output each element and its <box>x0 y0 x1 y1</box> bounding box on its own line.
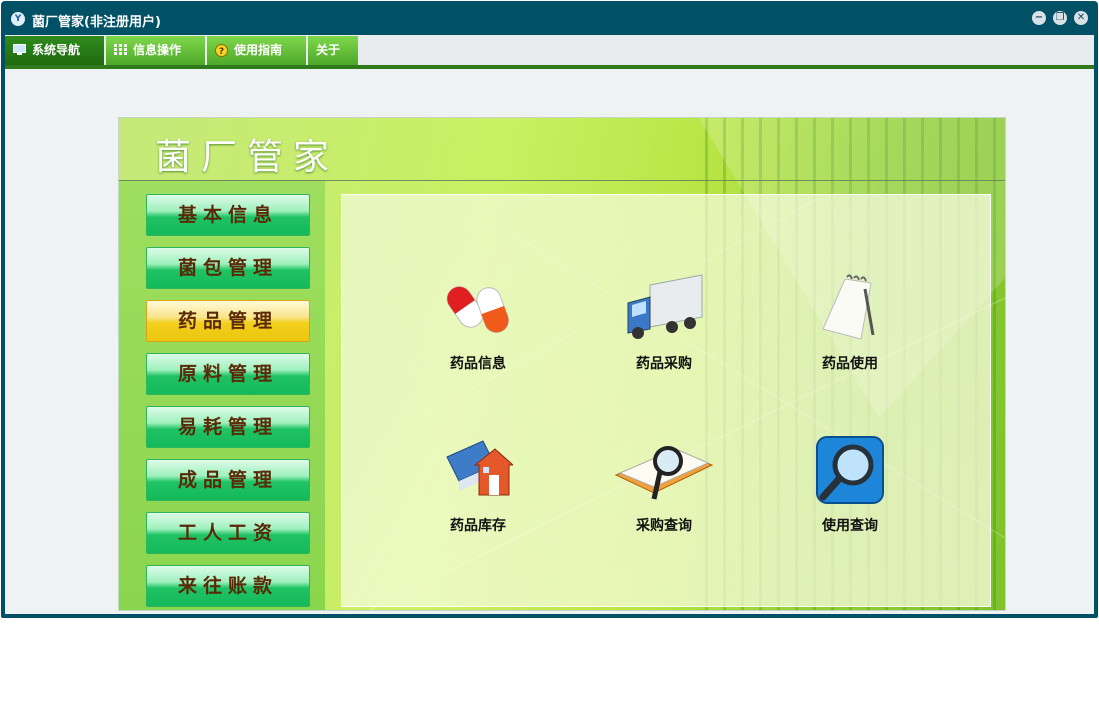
tab-system-nav[interactable]: 系统导航 <box>5 36 106 65</box>
tile-label: 采购查询 <box>636 518 692 534</box>
magnifier-document-icon <box>614 435 714 505</box>
truck-icon <box>627 273 703 343</box>
tile-label: 药品信息 <box>450 356 506 372</box>
tile-medicine-info[interactable]: 药品信息 <box>418 273 538 383</box>
grid-icon <box>114 37 127 55</box>
panel-header: 菌厂管家 <box>119 118 1005 181</box>
tile-medicine-purchase[interactable]: 药品采购 <box>604 273 724 383</box>
minimize-icon[interactable]: − <box>1032 11 1046 25</box>
window-title: 菌厂管家(非注册用户) <box>32 15 161 30</box>
tile-label: 药品使用 <box>822 356 878 372</box>
main-panel: 菌厂管家 基本信息 菌包管理 药品管理 原料管理 易耗管理 成品管理 工人工资 … <box>118 117 1006 611</box>
app-window: Y 菌厂管家(非注册用户) − ❐ ✕ 系统导航 信息操作 ? 使用指南 关于 <box>1 1 1098 618</box>
tab-label: 信息操作 <box>133 43 182 57</box>
panel-title: 菌厂管家 <box>155 137 340 178</box>
tile-label: 药品采购 <box>636 356 692 372</box>
nav-material-mgmt[interactable]: 原料管理 <box>146 353 310 395</box>
menu-bar: 系统导航 信息操作 ? 使用指南 关于 <box>5 35 1094 65</box>
warehouse-book-icon <box>443 435 515 505</box>
search-button-icon <box>815 435 885 505</box>
title-bar[interactable]: Y 菌厂管家(非注册用户) − ❐ ✕ <box>1 1 1098 35</box>
tab-info-ops[interactable]: 信息操作 <box>106 36 207 65</box>
nav-medicine-mgmt[interactable]: 药品管理 <box>146 300 310 342</box>
tab-label: 关于 <box>316 43 341 57</box>
nav-basic-info[interactable]: 基本信息 <box>146 194 310 236</box>
nav-accounts[interactable]: 来往账款 <box>146 565 310 607</box>
tile-medicine-usage[interactable]: 药品使用 <box>790 273 910 383</box>
nav-product-mgmt[interactable]: 成品管理 <box>146 459 310 501</box>
svg-text:?: ? <box>219 47 224 57</box>
tile-purchase-query[interactable]: 采购查询 <box>604 435 724 545</box>
nav-consumables-mgmt[interactable]: 易耗管理 <box>146 406 310 448</box>
tab-user-guide[interactable]: ? 使用指南 <box>207 36 308 65</box>
tile-label: 使用查询 <box>822 518 878 534</box>
tile-label: 药品库存 <box>450 518 506 534</box>
pill-capsule-icon <box>443 273 513 343</box>
restore-icon[interactable]: ❐ <box>1053 11 1067 25</box>
app-logo-icon: Y <box>11 12 25 26</box>
content-area: 菌厂管家 基本信息 菌包管理 药品管理 原料管理 易耗管理 成品管理 工人工资 … <box>5 69 1094 614</box>
tab-label: 使用指南 <box>234 43 283 57</box>
notepad-pen-icon <box>815 273 885 343</box>
tile-medicine-stock[interactable]: 药品库存 <box>418 435 538 545</box>
help-icon: ? <box>215 37 228 57</box>
nav-worker-wages[interactable]: 工人工资 <box>146 512 310 554</box>
tile-usage-query[interactable]: 使用查询 <box>790 435 910 545</box>
close-icon[interactable]: ✕ <box>1074 11 1088 25</box>
tab-about[interactable]: 关于 <box>308 36 360 65</box>
function-card: 药品信息 药品采购 药品使用 药品库存 采购查询 使用查询 <box>341 194 991 607</box>
tab-label: 系统导航 <box>32 43 81 57</box>
monitor-icon <box>13 37 26 55</box>
nav-spawn-bag-mgmt[interactable]: 菌包管理 <box>146 247 310 289</box>
